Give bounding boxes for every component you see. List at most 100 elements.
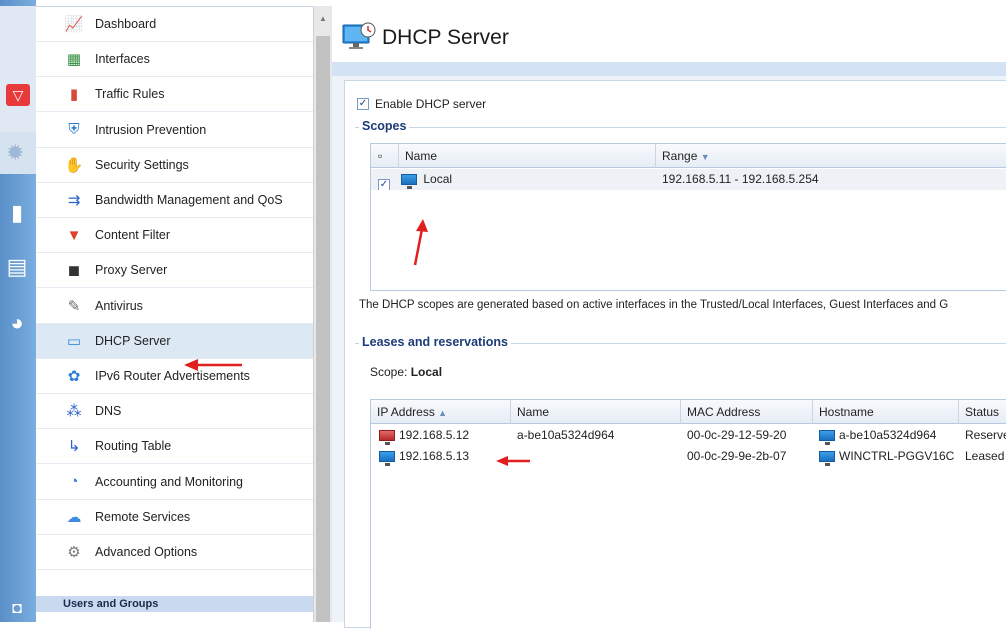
bottom-rail-icon[interactable]: ◘ — [4, 596, 30, 622]
lease-hostname: WINCTRL-PGGV16C — [839, 449, 955, 463]
sidebar-item-intrusion-prevention[interactable]: ⛨ Intrusion Prevention — [36, 113, 313, 148]
lease-ip: 192.168.5.12 — [399, 428, 470, 442]
ipv6-globe-icon: ✿ — [67, 368, 81, 385]
reserved-computer-icon — [379, 430, 395, 446]
enable-dhcp-label: Enable DHCP server — [375, 97, 487, 111]
sidebar-nav: 📈 Dashboard ▦ Interfaces ▮ Traffic Rules ⛨ Intr… — [36, 6, 313, 622]
sidebar-item-label: Remote Services — [95, 509, 191, 524]
annotation-arrow-up — [413, 219, 428, 266]
sidebar-item-proxy-server[interactable]: ◼ Proxy Server — [36, 253, 313, 289]
lease-mac: 00-0c-29-12-59-20 — [687, 428, 787, 442]
dhcp-monitor-icon: ▭ — [66, 332, 82, 350]
leases-table-header: IP Address ▲ Name MAC Address Hostname S… — [371, 400, 1006, 424]
scopes-note: The DHCP scopes are generated based on a… — [359, 299, 949, 311]
leases-col-name[interactable]: Name — [511, 400, 681, 424]
accounting-icon: ◔ — [69, 473, 79, 491]
sidebar-item-advanced-options[interactable]: ⚙ Advanced Options — [36, 535, 313, 570]
sidebar-item-label: Routing Table — [95, 439, 172, 454]
host-computer-icon — [819, 430, 835, 446]
sort-desc-icon: ▼ — [700, 152, 710, 162]
sidebar-item-dashboard[interactable]: 📈 Dashboard — [36, 7, 313, 42]
lease-status: Reserve — [965, 428, 1006, 442]
sidebar-item-routing-table[interactable]: ↳ Routing Table — [36, 429, 313, 465]
lease-hostname: a-be10a5324d964 — [839, 428, 937, 442]
sidebar-item-dhcp-server[interactable]: ▭ DHCP Server — [36, 323, 313, 359]
shield-icon: ⛨ — [68, 121, 80, 139]
rail-tab-settings[interactable]: ✹ — [0, 132, 36, 174]
bandwidth-arrow-icon: ⇉ — [67, 192, 81, 209]
lease-mac: 00-0c-29-9e-2b-07 — [687, 449, 787, 463]
scroll-up-icon[interactable]: ▲ — [319, 14, 327, 23]
scope-indicator-value: Local — [410, 365, 443, 379]
page-title: DHCP Server — [382, 26, 509, 49]
sidebar-item-label: Advanced Options — [95, 545, 198, 559]
sidebar-item-label: Antivirus — [95, 298, 143, 313]
sidebar-item-label: DHCP Server — [95, 333, 171, 348]
sidebar-item-ipv6-router-advertisements[interactable]: ✿ IPv6 Router Advertisements — [36, 359, 313, 394]
sidebar-item-interfaces[interactable]: ▦ Interfaces — [36, 42, 313, 78]
sidebar-item-remote-services[interactable]: ☁ Remote Services — [36, 500, 313, 535]
app-rail: ▽ ✹ ▮ ▤ ◕ ◘ — [0, 0, 36, 622]
table-row[interactable]: 192.168.5.12 a-be10a5324d964 00-0c-29-12… — [371, 425, 1006, 446]
main-content: DHCP Server ✓ Enable DHCP server Scopes … — [332, 6, 1006, 629]
dhcp-panel: ✓ Enable DHCP server Scopes ▫ Name Range… — [344, 80, 1006, 629]
proxy-server-icon: ◼ — [67, 262, 81, 280]
header-band — [332, 62, 1006, 76]
scopes-table: ▫ Name Range ▼ ✓ Local 192.168.5.11 - 19… — [370, 143, 1006, 291]
enable-dhcp-checkbox[interactable]: ✓ — [357, 98, 369, 110]
hand-stop-icon: ✋ — [64, 156, 84, 174]
sidebar-item-traffic-rules[interactable]: ▮ Traffic Rules — [36, 77, 313, 113]
leases-col-ip[interactable]: IP Address ▲ — [371, 400, 511, 424]
nav-group-users-and-groups[interactable]: Users and Groups — [36, 596, 313, 612]
gear-rail-icon: ✹ — [6, 140, 25, 165]
shield-rail-icon: ▽ — [6, 84, 30, 106]
chart-rail-icon[interactable]: ▮ — [4, 200, 30, 226]
tools-gear-icon: ⚙ — [67, 544, 81, 561]
scrollbar-thumb[interactable] — [316, 36, 330, 622]
lease-name — [511, 446, 681, 467]
sidebar-item-label: Dashboard — [95, 17, 157, 31]
sidebar-item-label: Accounting and Monitoring — [95, 474, 244, 489]
sidebar-item-content-filter[interactable]: ▼ Content Filter — [36, 218, 313, 254]
sort-asc-icon: ▲ — [438, 408, 448, 418]
select-all-icon[interactable]: ▫ — [371, 144, 399, 168]
scope-row-checkbox[interactable]: ✓ — [378, 179, 390, 190]
scopes-col-range[interactable]: Range ▼ — [656, 144, 1006, 168]
sidebar-item-label: Intrusion Prevention — [95, 122, 207, 137]
scope-monitor-icon — [401, 174, 417, 190]
lease-status: Leased — [965, 449, 1005, 463]
scopes-col-name[interactable]: Name — [399, 144, 656, 168]
scopes-legend: Scopes — [359, 119, 410, 133]
sidebar-item-bandwidth-management-and-qos[interactable]: ⇉ Bandwidth Management and QoS — [36, 183, 313, 218]
interfaces-icon: ▦ — [66, 51, 82, 69]
antivirus-pen-icon: ✎ — [67, 297, 81, 315]
dhcp-monitor-icon — [342, 22, 376, 55]
sidebar-item-dns[interactable]: ⁂ DNS — [36, 394, 313, 430]
host-computer-icon — [819, 451, 835, 467]
sidebar-scrollbar[interactable]: ▲ — [313, 6, 332, 622]
leases-col-mac[interactable]: MAC Address — [681, 400, 813, 424]
sidebar-item-antivirus[interactable]: ✎ Antivirus — [36, 289, 313, 324]
document-rail-icon[interactable]: ▤ — [4, 254, 30, 280]
scope-indicator-label: Scope: — [370, 365, 408, 379]
sidebar-item-label: Security Settings — [95, 157, 189, 172]
leases-table: IP Address ▲ Name MAC Address Hostname S… — [370, 399, 1006, 629]
annotation-arrow-left — [496, 456, 530, 466]
sidebar-item-accounting-and-monitoring[interactable]: ◔ Accounting and Monitoring — [36, 465, 313, 500]
traffic-rules-icon: ▮ — [69, 86, 79, 104]
sidebar-item-label: Interfaces — [95, 52, 150, 67]
pie-rail-icon[interactable]: ◕ — [4, 310, 30, 336]
table-row[interactable]: ✓ Local 192.168.5.11 - 192.168.5.254 — [371, 169, 1006, 190]
enable-dhcp-row[interactable]: ✓ Enable DHCP server — [357, 97, 486, 111]
leases-legend: Leases and reservations — [359, 335, 511, 349]
leases-col-status[interactable]: Status — [959, 400, 1006, 424]
scope-range: 192.168.5.11 - 192.168.5.254 — [662, 172, 819, 186]
scope-indicator: Scope: Local — [370, 365, 442, 379]
page-header: DHCP Server — [332, 6, 1006, 62]
rail-tab-security[interactable]: ▽ — [0, 6, 36, 132]
lease-name: a-be10a5324d964 — [517, 428, 615, 442]
leases-col-hostname[interactable]: Hostname — [813, 400, 959, 424]
routing-table-icon: ↳ — [67, 438, 81, 456]
table-row[interactable]: 192.168.5.13 00-0c-29-9e-2b-07 WINCTRL-P… — [371, 446, 1006, 467]
sidebar-item-security-settings[interactable]: ✋ Security Settings — [36, 148, 313, 183]
